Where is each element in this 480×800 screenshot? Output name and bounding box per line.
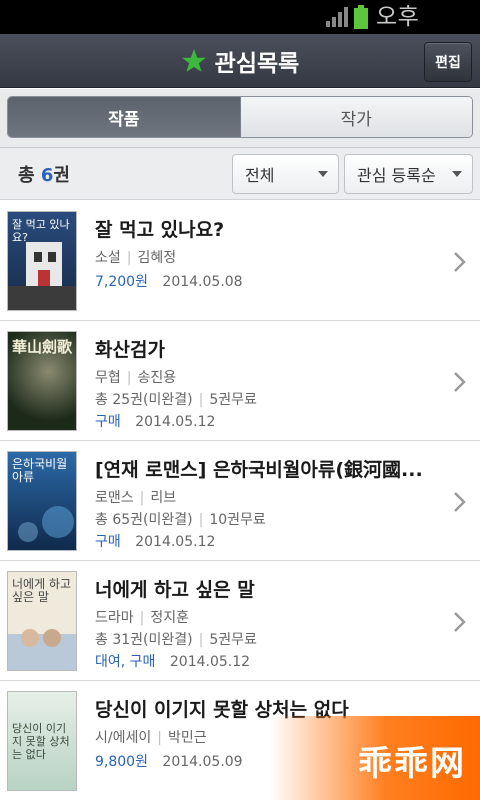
book-title: 너에게 하고 싶은 말 bbox=[95, 579, 255, 601]
book-volume-count: 총 65권(미완결) bbox=[95, 512, 193, 528]
book-price-date: 7,200원 2014.05.08 bbox=[95, 271, 243, 291]
book-date: 2014.05.12 bbox=[135, 414, 216, 430]
tab-authors[interactable]: 작가 bbox=[240, 97, 472, 137]
book-status: 구매 bbox=[95, 414, 121, 430]
chevron-right-icon bbox=[454, 492, 466, 512]
book-cover: 당신이 이기지 못할 상처는 없다 bbox=[7, 691, 77, 791]
battery-icon bbox=[354, 5, 368, 29]
book-date: 2014.05.12 bbox=[169, 654, 251, 670]
watermark-text: 乖乖网 bbox=[358, 744, 466, 784]
book-genre-author: 무협 | 송진용 bbox=[95, 370, 177, 386]
status-bar: 오후 5:53 bbox=[0, 0, 480, 60]
book-cover: 은하국비월아류 bbox=[7, 451, 77, 551]
book-list: 잘 먹고 있나요? 잘 먹고 있나요? 소설 | 김혜정 7,200원 2014.0… bbox=[0, 201, 480, 800]
chevron-right-icon bbox=[454, 252, 466, 272]
caret-down-icon bbox=[452, 171, 462, 177]
edit-button[interactable]: 편집 bbox=[424, 42, 472, 82]
book-title: [연재 로맨스] 은하국비월아류(銀河國... bbox=[95, 459, 423, 481]
category-dropdown-label: 전체 bbox=[245, 166, 275, 185]
list-item[interactable]: 華山劍歌 화산검가 무협 | 송진용 총 25권(미완결) | 5권무료 구매 2014… bbox=[0, 321, 480, 441]
book-author: 정지훈 bbox=[150, 610, 189, 626]
chevron-right-icon bbox=[454, 372, 466, 392]
caret-down-icon bbox=[318, 171, 328, 177]
book-free-count: 10권무료 bbox=[209, 512, 266, 528]
watermark: 乖乖网 bbox=[270, 716, 480, 800]
item-count: 총 6권 bbox=[18, 161, 70, 187]
filter-row: 총 6권 전체 관심 등록순 bbox=[0, 148, 480, 200]
book-volumes: 총 65권(미완결) | 10권무료 bbox=[95, 512, 266, 528]
book-free-count: 5권무료 bbox=[209, 632, 257, 648]
chevron-right-icon bbox=[454, 612, 466, 632]
book-price-date: 9,800원 2014.05.09 bbox=[95, 751, 243, 771]
cover-title: 당신이 이기지 못할 상처는 없다 bbox=[12, 722, 70, 761]
count-prefix: 총 bbox=[18, 165, 35, 186]
book-status: 대여, 구매 bbox=[95, 654, 156, 670]
book-date: 2014.05.12 bbox=[135, 534, 216, 550]
book-status-date: 구매 2014.05.12 bbox=[95, 531, 215, 551]
signal-icon bbox=[326, 7, 348, 27]
book-genre: 로맨스 bbox=[95, 490, 134, 506]
tab-bar: 작품 작가 bbox=[0, 89, 480, 148]
star-icon bbox=[181, 49, 206, 72]
book-date: 2014.05.09 bbox=[162, 754, 243, 770]
book-genre: 드라마 bbox=[95, 610, 134, 626]
book-price: 7,200원 bbox=[95, 274, 148, 290]
book-cover: 잘 먹고 있나요? bbox=[7, 211, 77, 311]
cover-title: 은하국비월아류 bbox=[12, 457, 68, 484]
book-author: 김혜정 bbox=[137, 250, 177, 266]
book-author: 리브 bbox=[150, 490, 177, 506]
count-suffix: 권 bbox=[53, 165, 70, 186]
book-genre: 무협 bbox=[95, 370, 121, 386]
tab-works[interactable]: 작품 bbox=[8, 97, 241, 137]
cover-title: 잘 먹고 있나요? bbox=[12, 218, 70, 244]
book-volume-count: 총 31권(미완결) bbox=[95, 632, 193, 648]
book-price: 9,800원 bbox=[95, 754, 148, 770]
book-genre-author: 소설 | 김혜정 bbox=[95, 250, 177, 266]
book-cover: 華山劍歌 bbox=[7, 331, 77, 431]
category-dropdown[interactable]: 전체 bbox=[232, 154, 339, 194]
book-genre: 시/에세이 bbox=[95, 730, 152, 746]
sort-dropdown-label: 관심 등록순 bbox=[357, 166, 436, 185]
list-item[interactable]: 너에게 하고 싶은 말 너에게 하고 싶은 말 드라마 | 정지훈 총 31권(미완… bbox=[0, 561, 480, 681]
count-value: 6 bbox=[40, 165, 54, 186]
book-genre-author: 로맨스 | 리브 bbox=[95, 490, 177, 506]
book-volume-count: 총 25권(미완결) bbox=[95, 392, 193, 408]
list-item[interactable]: 은하국비월아류 [연재 로맨스] 은하국비월아류(銀河國... 로맨스 | 리브 총… bbox=[0, 441, 480, 561]
page-title: 관심목록 bbox=[214, 51, 300, 77]
book-status: 구매 bbox=[95, 534, 121, 550]
cover-title: 華山劍歌 bbox=[12, 338, 73, 356]
book-genre-author: 드라마 | 정지훈 bbox=[95, 610, 189, 626]
book-free-count: 5권무료 bbox=[209, 392, 257, 408]
book-cover: 너에게 하고 싶은 말 bbox=[7, 571, 77, 671]
book-author: 송진용 bbox=[137, 370, 177, 386]
book-title: 화산검가 bbox=[95, 339, 165, 361]
cover-title: 너에게 하고 싶은 말 bbox=[12, 577, 72, 604]
book-genre-author: 시/에세이 | 박민근 bbox=[95, 730, 207, 746]
book-volumes: 총 31권(미완결) | 5권무료 bbox=[95, 632, 257, 648]
sort-dropdown[interactable]: 관심 등록순 bbox=[344, 154, 473, 194]
book-status-date: 대여, 구매 2014.05.12 bbox=[95, 651, 250, 671]
book-date: 2014.05.08 bbox=[162, 274, 243, 290]
list-item[interactable]: 잘 먹고 있나요? 잘 먹고 있나요? 소설 | 김혜정 7,200원 2014.0… bbox=[0, 201, 480, 321]
title-bar: 관심목록 편집 bbox=[0, 34, 480, 88]
book-title: 잘 먹고 있나요? bbox=[95, 219, 225, 241]
book-genre: 소설 bbox=[95, 250, 121, 266]
book-volumes: 총 25권(미완결) | 5권무료 bbox=[95, 392, 257, 408]
book-status-date: 구매 2014.05.12 bbox=[95, 411, 215, 431]
book-author: 박민근 bbox=[167, 730, 207, 746]
